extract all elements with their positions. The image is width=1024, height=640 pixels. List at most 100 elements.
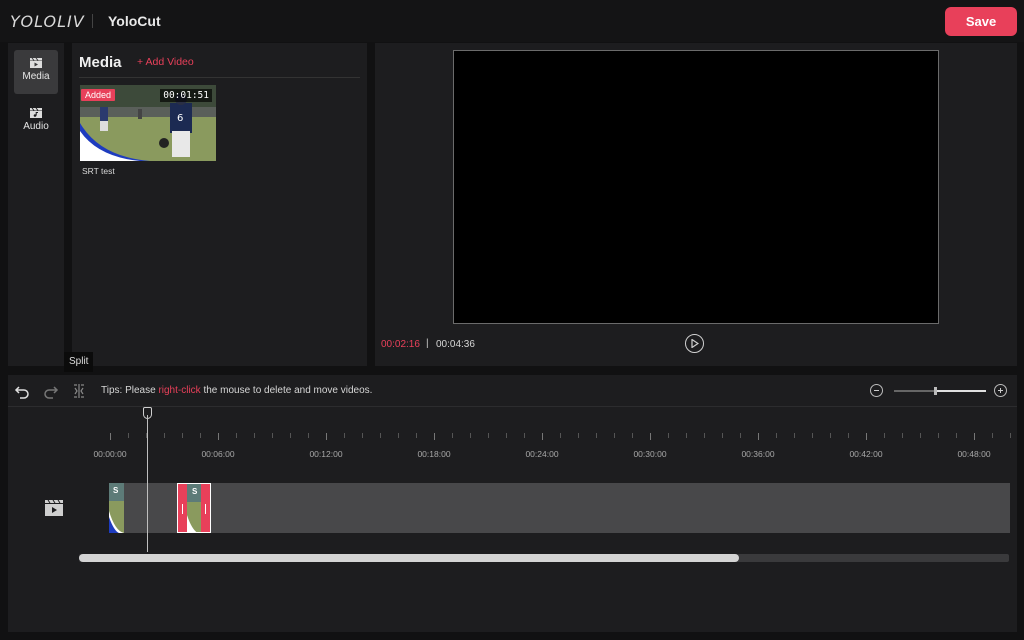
tips-suffix: the mouse to delete and move videos.: [200, 385, 373, 396]
timeline-clip[interactable]: S: [109, 483, 124, 533]
ruler-tick: [614, 433, 615, 438]
save-button[interactable]: Save: [945, 7, 1017, 36]
ruler-tick: [974, 433, 975, 440]
timeline-clip-selected[interactable]: S: [177, 483, 211, 533]
undo-icon[interactable]: [14, 383, 30, 399]
ruler-tick: [398, 433, 399, 438]
ruler-tick: [344, 433, 345, 438]
ruler-tick-label: 00:00:00: [93, 449, 127, 459]
ruler-tick: [848, 433, 849, 438]
ruler-tick: [866, 433, 867, 440]
current-time: 00:02:16: [381, 339, 420, 350]
timeline-scrollbar-thumb[interactable]: [79, 554, 740, 562]
ruler-tick: [704, 433, 705, 438]
media-item-name: SRT test: [82, 166, 115, 176]
split-icon[interactable]: [71, 383, 87, 399]
video-preview-canvas: [453, 50, 939, 324]
ruler-tick: [794, 433, 795, 438]
timeline-panel: Tips: Please right-click the mouse to de…: [8, 375, 1017, 632]
ruler-tick: [830, 433, 831, 438]
sidebar-item-audio[interactable]: Audio: [14, 100, 58, 144]
yolocut-app: YOLOLIV YoloCut Save Media Audio Media +…: [0, 0, 1024, 640]
clip-trim-handle-right[interactable]: [201, 484, 210, 532]
sidebar-item-media[interactable]: Media: [14, 50, 58, 94]
ruler-tick-label: 00:36:00: [741, 449, 775, 459]
ruler-tick: [254, 433, 255, 438]
ruler-tick: [578, 433, 579, 438]
ruler-tick: [128, 433, 129, 438]
ruler-tick: [812, 433, 813, 438]
ruler-tick-label: 00:18:00: [417, 449, 451, 459]
tips-prefix: Tips: Please: [101, 385, 159, 396]
ruler-tick: [470, 433, 471, 438]
ruler-tick: [884, 433, 885, 438]
ruler-tick: [452, 433, 453, 438]
clip-label: S: [113, 486, 119, 495]
ruler-tick: [416, 433, 417, 438]
ruler-tick: [560, 433, 561, 438]
ruler-tick: [1010, 433, 1011, 438]
ruler-tick: [542, 433, 543, 440]
ruler-tick: [758, 433, 759, 440]
app-title: YoloCut: [108, 13, 161, 29]
tips-highlight: right-click: [158, 385, 201, 396]
media-panel: Media + Add Video 6 Added 00:01:51 SRT t…: [72, 43, 367, 366]
clip-label: S: [192, 487, 198, 496]
ruler-tick: [668, 433, 669, 438]
preview-panel: 00:02:16 | 00:04:36: [375, 43, 1017, 366]
ruler-tick: [218, 433, 219, 440]
video-clapper-icon: [30, 57, 42, 68]
media-thumbnail[interactable]: 6 Added 00:01:51: [80, 85, 216, 161]
timeline-ruler: 00:00:00 00:06:00 00:12:00 00:18:00 00:24:00…: [93, 433, 1011, 459]
ruler-tick: [164, 433, 165, 438]
ruler-tick: [290, 433, 291, 438]
ruler-tick-label: 00:06:00: [201, 449, 235, 459]
zoom-in-icon[interactable]: [994, 384, 1007, 397]
media-panel-title: Media: [79, 54, 122, 71]
ruler-tick: [722, 433, 723, 438]
sidebar-item-label: Media: [22, 71, 50, 82]
add-video-button[interactable]: + Add Video: [137, 56, 194, 68]
zoom-slider-handle[interactable]: [934, 387, 938, 395]
ruler-tick: [686, 433, 687, 438]
video-track[interactable]: S S: [109, 483, 1010, 533]
play-button[interactable]: [685, 334, 704, 353]
ruler-tick: [362, 433, 363, 438]
timeline-scrollbar[interactable]: [79, 554, 1009, 562]
svg-text:6: 6: [177, 113, 183, 124]
ruler-tick: [110, 433, 111, 440]
added-badge: Added: [81, 89, 116, 101]
side-rail: Media Audio: [8, 43, 64, 366]
timeline-toolbar: Tips: Please right-click the mouse to de…: [8, 375, 1017, 407]
ruler-tick-label: 00:48:00: [957, 449, 991, 459]
duration-badge: 00:01:51: [160, 89, 212, 102]
ruler-tick: [596, 433, 597, 438]
timeline-tips: Tips: Please right-click the mouse to de…: [101, 385, 372, 396]
ruler-tick: [200, 433, 201, 438]
ruler-tick: [776, 433, 777, 438]
ruler-tick: [272, 433, 273, 438]
ruler-tick: [740, 433, 741, 438]
ruler-tick: [182, 433, 183, 438]
total-time: 00:04:36: [436, 339, 475, 350]
zoom-out-icon[interactable]: [870, 384, 883, 397]
ruler-tick-label: 00:12:00: [309, 449, 343, 459]
ruler-tick: [308, 433, 309, 438]
audio-clapper-icon: [30, 107, 42, 118]
ruler-tick: [236, 433, 237, 438]
redo-icon[interactable]: [43, 383, 59, 399]
zoom-slider[interactable]: [894, 387, 986, 395]
ruler-tick: [632, 433, 633, 438]
ruler-tick: [902, 433, 903, 438]
playhead-line[interactable]: [147, 415, 148, 552]
clip-trim-handle-left[interactable]: [178, 484, 187, 532]
split-tooltip: Split: [64, 352, 94, 372]
ruler-tick-label: 00:42:00: [849, 449, 883, 459]
ruler-tick: [488, 433, 489, 438]
ruler-tick: [650, 433, 651, 440]
brand-divider: [92, 14, 93, 28]
video-track-icon: [45, 499, 63, 516]
ruler-tick: [956, 433, 957, 438]
ruler-tick: [992, 433, 993, 438]
top-bar: YOLOLIV YoloCut Save: [0, 0, 1024, 42]
